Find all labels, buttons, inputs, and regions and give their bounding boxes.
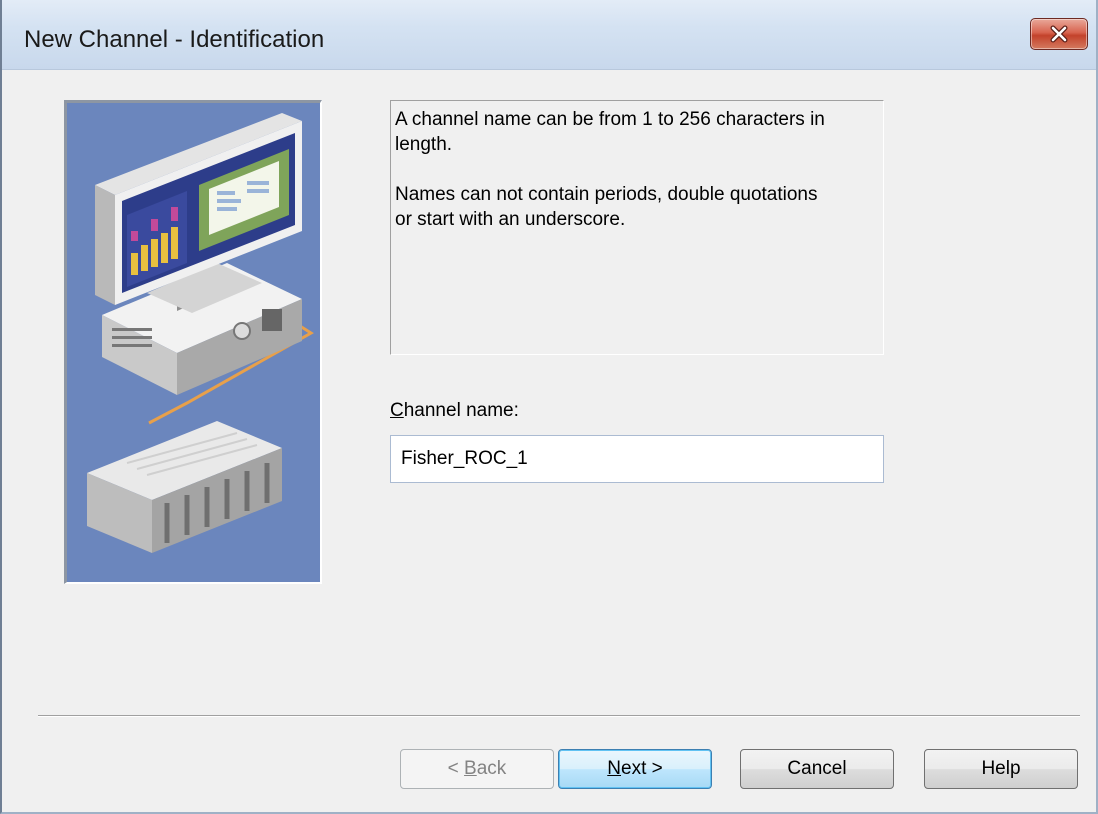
channel-name-label-mnemonic: C xyxy=(390,400,404,421)
help-button[interactable]: Help xyxy=(924,749,1078,789)
info-text-restrictions: Names can not contain periods, double qu… xyxy=(395,184,818,230)
title-bar[interactable]: New Channel - Identification xyxy=(2,0,1096,70)
window-title: New Channel - Identification xyxy=(24,26,325,53)
back-button[interactable]: < Back xyxy=(400,749,554,789)
close-icon xyxy=(1050,25,1068,43)
channel-name-input[interactable] xyxy=(390,435,884,483)
new-channel-dialog: New Channel - Identification A channel n… xyxy=(0,0,1098,814)
info-text-length: A channel name can be from 1 to 256 char… xyxy=(395,109,825,155)
back-button-mnemonic: B xyxy=(464,758,477,779)
next-button-mnemonic: N xyxy=(607,758,621,779)
info-box: A channel name can be from 1 to 256 char… xyxy=(390,100,884,355)
back-button-label: ack xyxy=(476,758,507,779)
help-button-label: Help xyxy=(981,758,1021,779)
cancel-button[interactable]: Cancel xyxy=(740,749,894,789)
close-button[interactable] xyxy=(1030,18,1088,50)
back-button-prefix: < xyxy=(447,758,465,779)
channel-name-label: Channel name: xyxy=(390,400,519,422)
computer-to-plc-network-illustration xyxy=(87,113,314,553)
separator xyxy=(38,715,1080,717)
wizard-illustration xyxy=(64,100,322,584)
next-button-label: ext > xyxy=(621,758,663,779)
channel-name-label-text: hannel name: xyxy=(403,400,519,421)
dialog-body: A channel name can be from 1 to 256 char… xyxy=(2,70,1096,812)
next-button[interactable]: Next > xyxy=(558,749,712,789)
cancel-button-label: Cancel xyxy=(787,758,847,779)
